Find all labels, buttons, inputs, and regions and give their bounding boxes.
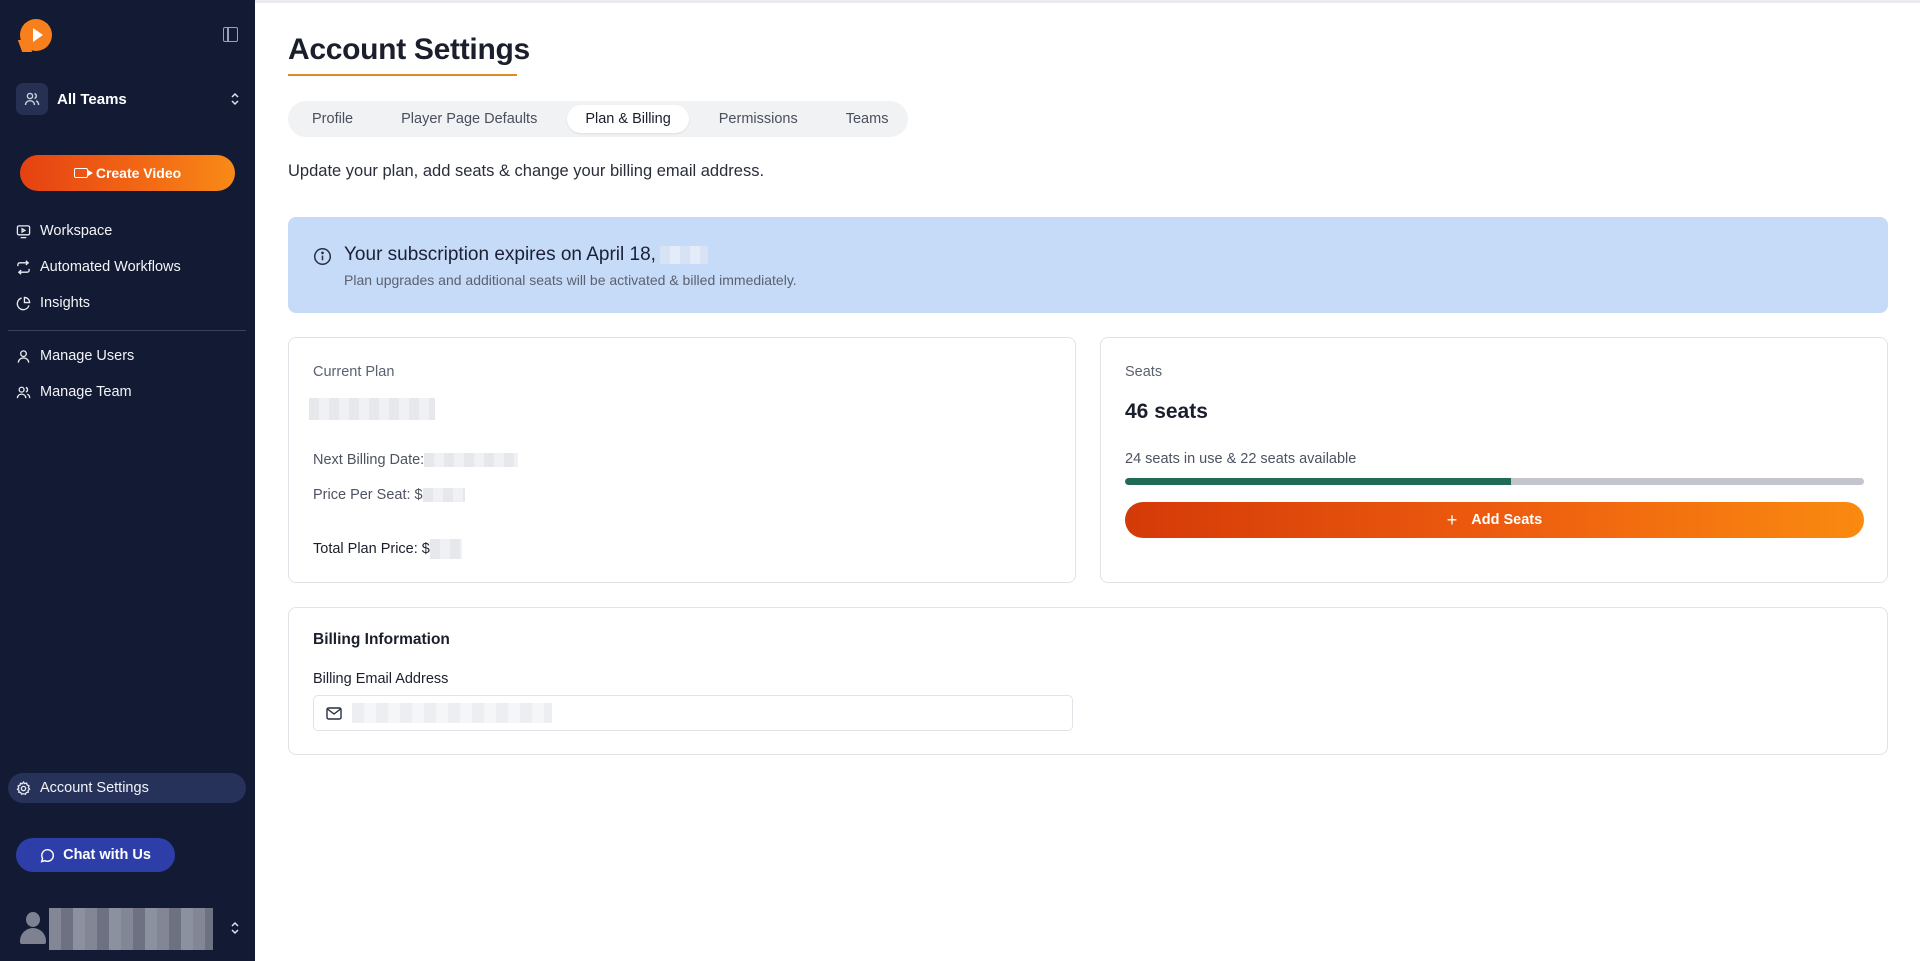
- page-title: Account Settings: [288, 33, 530, 66]
- tab-plan-billing[interactable]: Plan & Billing: [567, 105, 689, 133]
- price-per-seat-row: Price Per Seat: $: [313, 487, 465, 503]
- add-seats-button[interactable]: + Add Seats: [1125, 502, 1864, 538]
- page-description: Update your plan, add seats & change you…: [288, 162, 765, 180]
- redacted-billing-date: [424, 453, 519, 468]
- sidebar-item-automated-workflows[interactable]: Automated Workflows: [8, 252, 246, 282]
- alert-subtitle: Plan upgrades and additional seats will …: [344, 272, 797, 288]
- seats-progress-fill: [1125, 478, 1511, 485]
- sidebar-collapse-icon[interactable]: [223, 27, 238, 42]
- seats-usage: 24 seats in use & 22 seats available: [1125, 451, 1357, 467]
- total-plan-price-label: Total Plan Price: $: [313, 540, 430, 557]
- alert-title: Your subscription expires on April 18,: [344, 244, 656, 265]
- add-seats-label: Add Seats: [1471, 512, 1543, 528]
- video-camera-icon: [73, 168, 93, 178]
- sidebar: All Teams Create Video Workspace Automat…: [0, 0, 255, 961]
- chevron-updown-icon: [231, 921, 239, 935]
- users-icon: [16, 386, 31, 398]
- chat-button-label: Chat with Us: [63, 847, 151, 863]
- create-video-label: Create Video: [95, 165, 182, 181]
- billing-email-field[interactable]: [313, 695, 1073, 731]
- current-plan-label: Current Plan: [313, 364, 395, 380]
- sidebar-item-label: Automated Workflows: [40, 259, 181, 275]
- user-name-redacted: [49, 908, 213, 950]
- sidebar-item-manage-team[interactable]: Manage Team: [8, 377, 246, 407]
- sidebar-item-account-settings[interactable]: Account Settings: [8, 773, 246, 803]
- tab-teams[interactable]: Teams: [828, 105, 907, 133]
- user-menu[interactable]: [18, 906, 240, 950]
- seats-count: 46 seats: [1125, 400, 1208, 423]
- team-icon: [16, 83, 48, 115]
- chat-bubble-icon: [40, 848, 55, 863]
- plan-name-redacted: [309, 398, 435, 420]
- sidebar-item-workspace[interactable]: Workspace: [8, 216, 246, 246]
- redacted-total-price: [429, 539, 462, 559]
- pie-chart-icon: [16, 296, 31, 310]
- workflow-icon: [17, 259, 30, 275]
- app-logo-icon[interactable]: [20, 19, 52, 51]
- avatar: [18, 912, 48, 944]
- settings-tabs: Profile Player Page Defaults Plan & Bill…: [288, 101, 908, 137]
- redacted-year: [659, 245, 708, 264]
- current-plan-card: Current Plan Next Billing Date: Price Pe…: [288, 337, 1076, 583]
- title-underline: [288, 74, 517, 76]
- sidebar-item-label: Workspace: [40, 223, 113, 239]
- sidebar-item-insights[interactable]: Insights: [8, 288, 246, 318]
- info-icon: [313, 247, 332, 266]
- seats-card: Seats 46 seats 24 seats in use & 22 seat…: [1100, 337, 1888, 583]
- team-switcher[interactable]: All Teams: [16, 83, 240, 115]
- billing-email-label: Billing Email Address: [313, 671, 449, 687]
- plus-icon: +: [1446, 510, 1458, 530]
- billing-email-input[interactable]: [352, 703, 552, 723]
- sidebar-item-label: Account Settings: [40, 780, 149, 796]
- subscription-alert: Your subscription expires on April 18, P…: [288, 217, 1888, 313]
- top-border: [255, 0, 1920, 3]
- chat-with-us-button[interactable]: Chat with Us: [16, 838, 175, 872]
- billing-information-card: Billing Information Billing Email Addres…: [288, 607, 1888, 755]
- billing-title: Billing Information: [313, 631, 450, 648]
- alert-title-row: Your subscription expires on April 18,: [344, 244, 708, 266]
- sidebar-divider: [8, 330, 246, 331]
- price-per-seat-label: Price Per Seat: $: [313, 487, 423, 503]
- tab-profile[interactable]: Profile: [294, 105, 371, 133]
- total-plan-price-row: Total Plan Price: $: [313, 539, 462, 559]
- workspace-icon: [16, 224, 31, 238]
- seats-progress-bar: [1125, 478, 1864, 485]
- gear-icon: [16, 780, 31, 795]
- sidebar-item-label: Manage Team: [40, 384, 132, 400]
- mail-icon: [326, 706, 342, 720]
- sidebar-item-label: Insights: [40, 295, 90, 311]
- tab-player-page-defaults[interactable]: Player Page Defaults: [383, 105, 555, 133]
- sidebar-item-label: Manage Users: [40, 348, 135, 364]
- seats-label: Seats: [1125, 364, 1163, 380]
- team-label: All Teams: [57, 90, 127, 108]
- redacted-price-per-seat: [422, 488, 465, 503]
- next-billing-label: Next Billing Date:: [313, 452, 425, 468]
- next-billing-row: Next Billing Date:: [313, 452, 519, 468]
- sidebar-item-manage-users[interactable]: Manage Users: [8, 341, 246, 371]
- user-icon: [17, 349, 30, 363]
- chevron-updown-icon: [231, 92, 239, 106]
- tab-permissions[interactable]: Permissions: [701, 105, 816, 133]
- create-video-button[interactable]: Create Video: [20, 155, 235, 191]
